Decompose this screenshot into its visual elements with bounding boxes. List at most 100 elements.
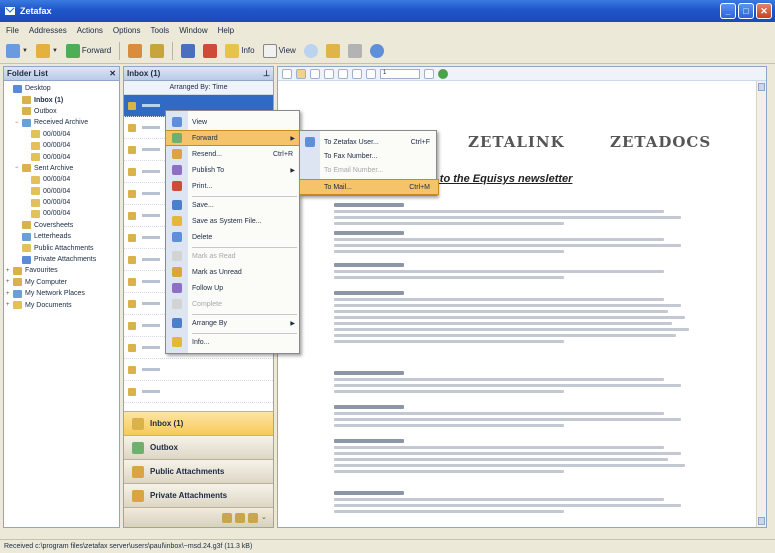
- context-menu-item[interactable]: Info...: [166, 335, 301, 349]
- menu-tools[interactable]: Tools: [151, 26, 170, 35]
- context-menu-item[interactable]: Resend... Ctrl+R: [166, 147, 301, 161]
- context-menu-item[interactable]: Save...: [166, 198, 301, 212]
- folder-tree-item[interactable]: + My Documents: [6, 299, 117, 310]
- context-menu-item[interactable]: Forward ▶: [165, 130, 302, 146]
- forward-submenu-item[interactable]: To Mail... Ctrl+M: [299, 179, 439, 195]
- folder-tree-item[interactable]: Coversheets: [6, 220, 117, 231]
- forward-submenu-item[interactable]: To Zetafax User... Ctrl+F: [300, 135, 438, 149]
- newsletter-text-line: [334, 304, 681, 307]
- folder-tree-item[interactable]: + My Computer: [6, 277, 117, 288]
- help-button[interactable]: [368, 41, 386, 61]
- expand-toggle-icon[interactable]: +: [6, 302, 13, 308]
- context-menu-item[interactable]: Arrange By ▶: [166, 316, 301, 330]
- configure-buttons-icon[interactable]: ⌄: [261, 513, 267, 523]
- folder-tree-item[interactable]: 00/00/04: [6, 186, 117, 197]
- context-menu-item[interactable]: View: [166, 115, 301, 129]
- maximize-button[interactable]: □: [738, 3, 754, 19]
- folder-tree-item[interactable]: − Sent Archive: [6, 163, 117, 174]
- previous-page-icon[interactable]: [366, 68, 376, 79]
- folder-tree-item[interactable]: Private Attachments: [6, 254, 117, 265]
- menu-help[interactable]: Help: [218, 26, 234, 35]
- menu-window[interactable]: Window: [179, 26, 207, 35]
- flip-icon[interactable]: [338, 68, 348, 79]
- folder-shortcut-icon[interactable]: [248, 512, 258, 523]
- vertical-scrollbar[interactable]: [756, 81, 766, 527]
- expand-toggle-icon[interactable]: −: [15, 120, 22, 126]
- expand-toggle-icon[interactable]: +: [6, 279, 13, 285]
- context-menu-item[interactable]: Follow Up: [166, 281, 301, 295]
- scroll-down-arrow[interactable]: [758, 517, 765, 525]
- folder-tree-item[interactable]: 00/00/04: [6, 151, 117, 162]
- folder-tree-item[interactable]: Public Attachments: [6, 242, 117, 253]
- folder-tree-item[interactable]: Inbox (1): [6, 94, 117, 105]
- info-button[interactable]: Info: [223, 41, 256, 61]
- forward-submenu: To Zetafax User... Ctrl+F To Fax Number...…: [299, 130, 439, 196]
- fit-page-icon[interactable]: [296, 68, 306, 79]
- tools-button[interactable]: [346, 41, 364, 61]
- nav-button-outbox[interactable]: Outbox: [124, 435, 273, 459]
- scroll-up-arrow[interactable]: [758, 83, 765, 91]
- folder-tree-item[interactable]: 00/00/04: [6, 140, 117, 151]
- refresh-icon[interactable]: [352, 68, 362, 79]
- context-menu-item[interactable]: Save as System File...: [166, 214, 301, 228]
- archive-button[interactable]: [148, 41, 166, 61]
- nav-button-label: Outbox: [150, 443, 178, 452]
- rotate-icon[interactable]: [324, 68, 334, 79]
- arrange-by-bar[interactable]: Arranged By: Time: [124, 81, 273, 95]
- zoom-button[interactable]: [302, 41, 320, 61]
- folder-tree-item[interactable]: 00/00/04: [6, 129, 117, 140]
- message-row[interactable]: [124, 359, 273, 381]
- context-menu-item[interactable]: Mark as Unread: [166, 265, 301, 279]
- publish-button[interactable]: [126, 41, 144, 61]
- close-button[interactable]: ✕: [756, 3, 772, 19]
- folder-tree-item[interactable]: Desktop: [6, 83, 117, 94]
- close-pane-icon[interactable]: ✕: [109, 69, 116, 78]
- folder-tree-item[interactable]: 00/00/04: [6, 174, 117, 185]
- folder-label: 00/00/04: [43, 130, 71, 138]
- expand-toggle-icon[interactable]: −: [15, 165, 22, 171]
- menu-item-icon: [172, 299, 182, 309]
- go-icon[interactable]: [438, 68, 448, 79]
- page-number-field[interactable]: 1: [380, 68, 420, 79]
- message-preview: [142, 148, 160, 151]
- context-menu-item[interactable]: Delete: [166, 230, 301, 244]
- save-button[interactable]: [179, 41, 197, 61]
- nav-button-public-attachments[interactable]: Public Attachments: [124, 459, 273, 483]
- fax-message-icon: [128, 255, 136, 264]
- reply-button[interactable]: ▼: [34, 41, 60, 61]
- view-button[interactable]: View: [261, 41, 298, 61]
- next-page-icon[interactable]: [424, 68, 434, 79]
- addressbook-button[interactable]: [324, 41, 342, 61]
- expand-toggle-icon[interactable]: +: [6, 268, 13, 274]
- new-button[interactable]: ▼: [4, 41, 30, 61]
- menu-addresses[interactable]: Addresses: [29, 26, 67, 35]
- forward-button[interactable]: Forward: [64, 41, 113, 61]
- folder-label: My Network Places: [25, 290, 85, 298]
- folder-tree-item[interactable]: + Favourites: [6, 265, 117, 276]
- forward-submenu-item[interactable]: To Fax Number...: [300, 149, 438, 163]
- minimize-button[interactable]: _: [720, 3, 736, 19]
- select-tool-icon[interactable]: [282, 68, 292, 79]
- pin-icon[interactable]: ⊥: [263, 69, 270, 78]
- folder-tree-item[interactable]: + My Network Places: [6, 288, 117, 299]
- folder-tree-item[interactable]: 00/00/04: [6, 197, 117, 208]
- context-menu-item[interactable]: Publish To ▶: [166, 163, 301, 177]
- message-row[interactable]: [124, 381, 273, 403]
- delete-button[interactable]: [201, 41, 219, 61]
- folder-shortcut-icon[interactable]: [235, 512, 245, 523]
- nav-button-inbox[interactable]: Inbox (1): [124, 411, 273, 435]
- message-preview: [142, 280, 160, 283]
- folder-shortcut-icon[interactable]: [222, 512, 232, 523]
- menu-options[interactable]: Options: [113, 26, 141, 35]
- folder-tree-item[interactable]: − Received Archive: [6, 117, 117, 128]
- context-menu-item[interactable]: Print...: [166, 179, 301, 193]
- zoom-in-icon[interactable]: [310, 68, 320, 79]
- folder-tree-item[interactable]: 00/00/04: [6, 208, 117, 219]
- menu-file[interactable]: File: [6, 26, 19, 35]
- folder-icon: [22, 96, 31, 105]
- menu-actions[interactable]: Actions: [77, 26, 103, 35]
- folder-tree-item[interactable]: Letterheads: [6, 231, 117, 242]
- expand-toggle-icon[interactable]: +: [6, 291, 13, 297]
- folder-tree-item[interactable]: Outbox: [6, 106, 117, 117]
- nav-button-private-attachments[interactable]: Private Attachments: [124, 483, 273, 507]
